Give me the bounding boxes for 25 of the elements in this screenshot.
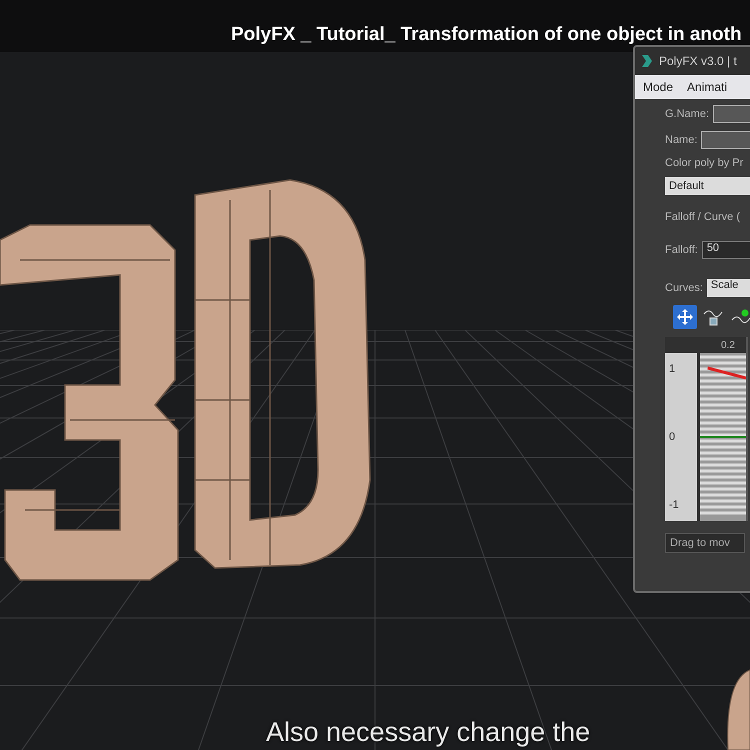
menu-item[interactable]: Animati xyxy=(687,80,728,94)
color-label: Color poly by Pr xyxy=(665,157,744,169)
menu-item[interactable]: Mode xyxy=(643,80,674,94)
video-title: PolyFX _ Tutorial_ Transformation of one object in anoth xyxy=(231,24,742,46)
move-icon xyxy=(676,308,694,326)
curves-label: Curves: xyxy=(665,282,703,294)
field-label: G.Name: xyxy=(665,108,710,120)
tool-button[interactable] xyxy=(673,305,697,329)
drag-button[interactable]: Drag to mov xyxy=(665,533,745,553)
falloff-label: Falloff: xyxy=(665,244,698,256)
input-field[interactable] xyxy=(701,131,750,149)
axis-label: 1 xyxy=(669,363,676,375)
curve-icon xyxy=(703,308,723,326)
color-dropdown[interactable]: Default xyxy=(665,177,750,195)
input-field[interactable] xyxy=(713,105,750,123)
panel-title: PolyFX v3.0 | t xyxy=(659,54,737,68)
axis-label: -1 xyxy=(669,499,680,511)
subtitle-text: Also necessary change the xyxy=(266,717,590,748)
field-label: Name: xyxy=(665,134,698,146)
curves-dropdown[interactable]: Scale xyxy=(706,279,750,297)
axis-label: 0 xyxy=(669,431,676,443)
section-title: Falloff / Curve ( xyxy=(665,211,741,223)
app-icon xyxy=(641,54,653,68)
curve-icon xyxy=(731,308,750,326)
falloff-field[interactable]: 50 xyxy=(702,241,750,259)
